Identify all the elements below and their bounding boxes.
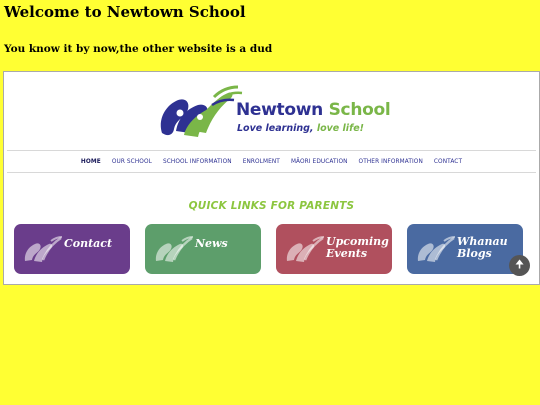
site-nav: HOME OUR SCHOOL SCHOOL INFORMATION ENROL… [7,150,536,173]
fern-icon [417,236,456,262]
quick-link-news[interactable]: News [145,224,261,274]
nav-item-school-information[interactable]: SCHOOL INFORMATION [163,159,232,165]
logo-wordmark: Newtown School [236,100,391,120]
quick-link-whanau-blogs[interactable]: Whanau Blogs [407,224,523,274]
nav-item-contact[interactable]: CONTACT [434,159,462,165]
quick-link-label: Upcoming Events [326,235,389,260]
quick-link-contact[interactable]: Contact [14,224,130,274]
site-logo[interactable]: Newtown School Love learning, love life! [154,81,394,141]
embedded-website-frame[interactable]: Newtown School Love learning, love life!… [3,71,540,285]
fern-icon [24,236,63,262]
logo-tagline: Love learning, love life! [237,123,364,134]
arrow-up-icon[interactable]: 🠉 [509,255,530,276]
fern-logo-icon [160,85,243,137]
page-title: Welcome to Newtown School [4,3,246,21]
quick-link-upcoming-events[interactable]: Upcoming Events [276,224,392,274]
nav-item-maori-education[interactable]: MĀORI EDUCATION [291,159,348,165]
nav-item-our-school[interactable]: OUR SCHOOL [112,159,152,165]
fern-icon [155,236,194,262]
quick-link-label: Contact [64,237,113,250]
fern-icon [286,236,325,262]
site-header: Newtown School Love learning, love life! [4,72,539,149]
page-subtitle: You know it by now,the other website is … [4,43,273,55]
nav-item-enrolment[interactable]: ENROLMENT [243,159,280,165]
quick-link-label: News [195,237,228,250]
nav-item-other-information[interactable]: OTHER INFORMATION [359,159,423,165]
nav-item-home[interactable]: HOME [81,159,101,165]
quick-link-label: Whanau Blogs [457,235,508,260]
quick-links-heading: QUICK LINKS FOR PARENTS [188,200,355,212]
